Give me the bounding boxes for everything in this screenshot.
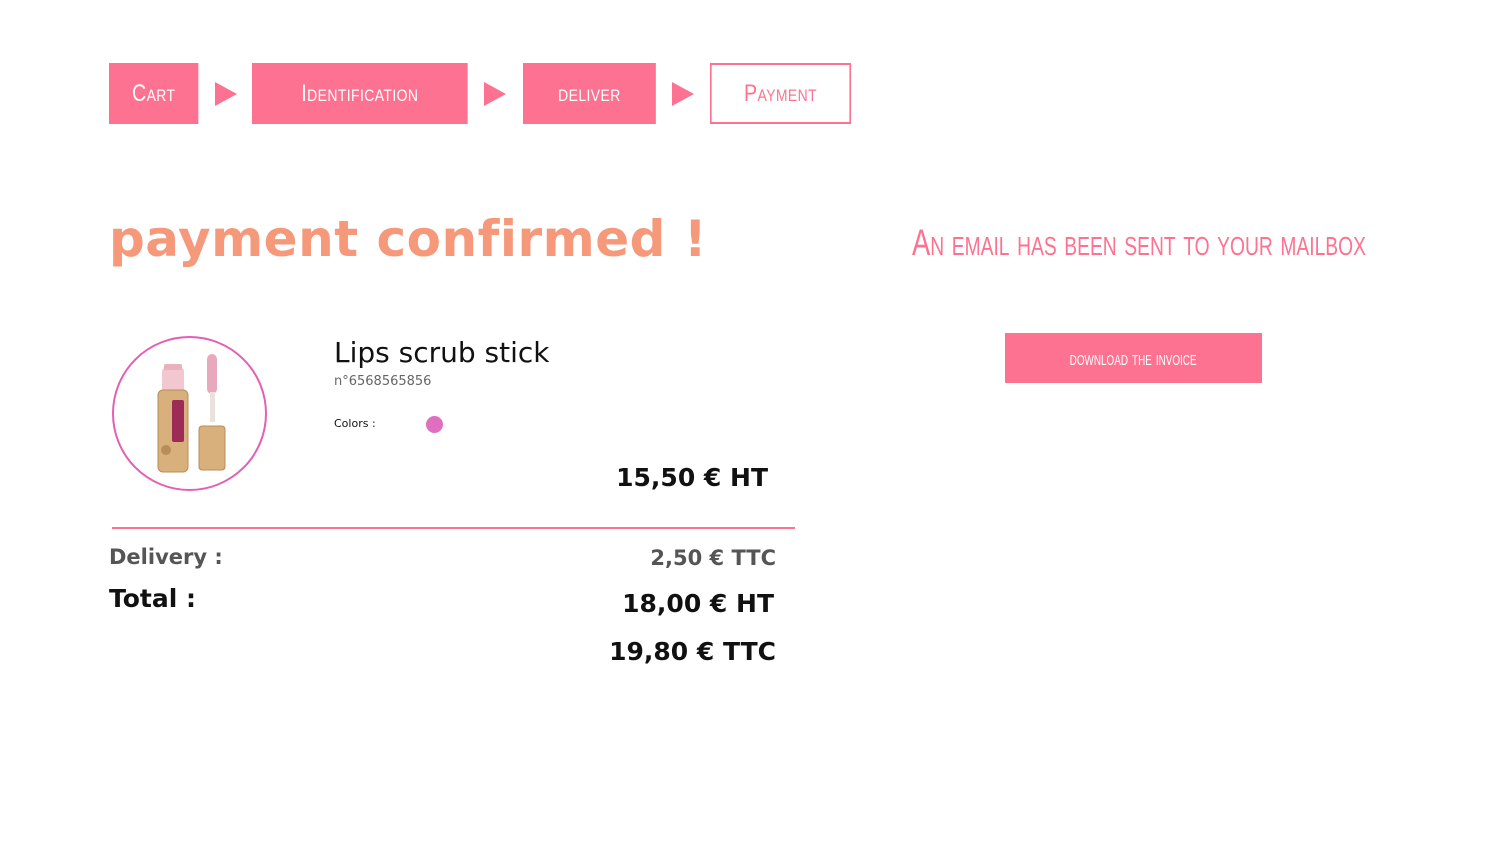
step-identification[interactable]: Identification [252,63,468,124]
page-title: payment confirmed ! [109,210,708,268]
step-arrow-icon [215,82,237,106]
step-cart-label: Cart [131,79,176,107]
product-price: 15,50 € HT [616,463,768,492]
total-label: Total : [109,584,196,613]
step-deliver-label: deliver [558,79,621,107]
step-cart[interactable]: Cart [109,63,199,124]
download-invoice-label: download the invoice [1070,345,1197,370]
delivery-label: Delivery : [109,545,223,569]
step-arrow-icon [484,82,506,106]
step-payment[interactable]: Payment [710,63,852,124]
lip-gloss-bamboo-tube-icon [157,354,226,473]
product-image [112,336,267,491]
product-name: Lips scrub stick [334,336,550,369]
step-deliver[interactable]: deliver [523,63,656,124]
total-ht-value: 18,00 € HT [622,589,774,618]
color-swatch[interactable] [426,416,443,433]
download-invoice-button[interactable]: download the invoice [1005,333,1262,383]
step-arrow-icon [672,82,694,106]
delivery-value: 2,50 € TTC [650,546,776,570]
total-ttc-value: 19,80 € TTC [609,637,776,666]
step-identification-label: Identification [301,79,419,107]
colors-label: Colors : [334,417,376,430]
email-notice: An email has been sent to your mailbox [912,222,1366,263]
divider [112,527,795,529]
product-reference: n°6568565856 [334,374,432,389]
step-payment-label: Payment [743,79,818,107]
